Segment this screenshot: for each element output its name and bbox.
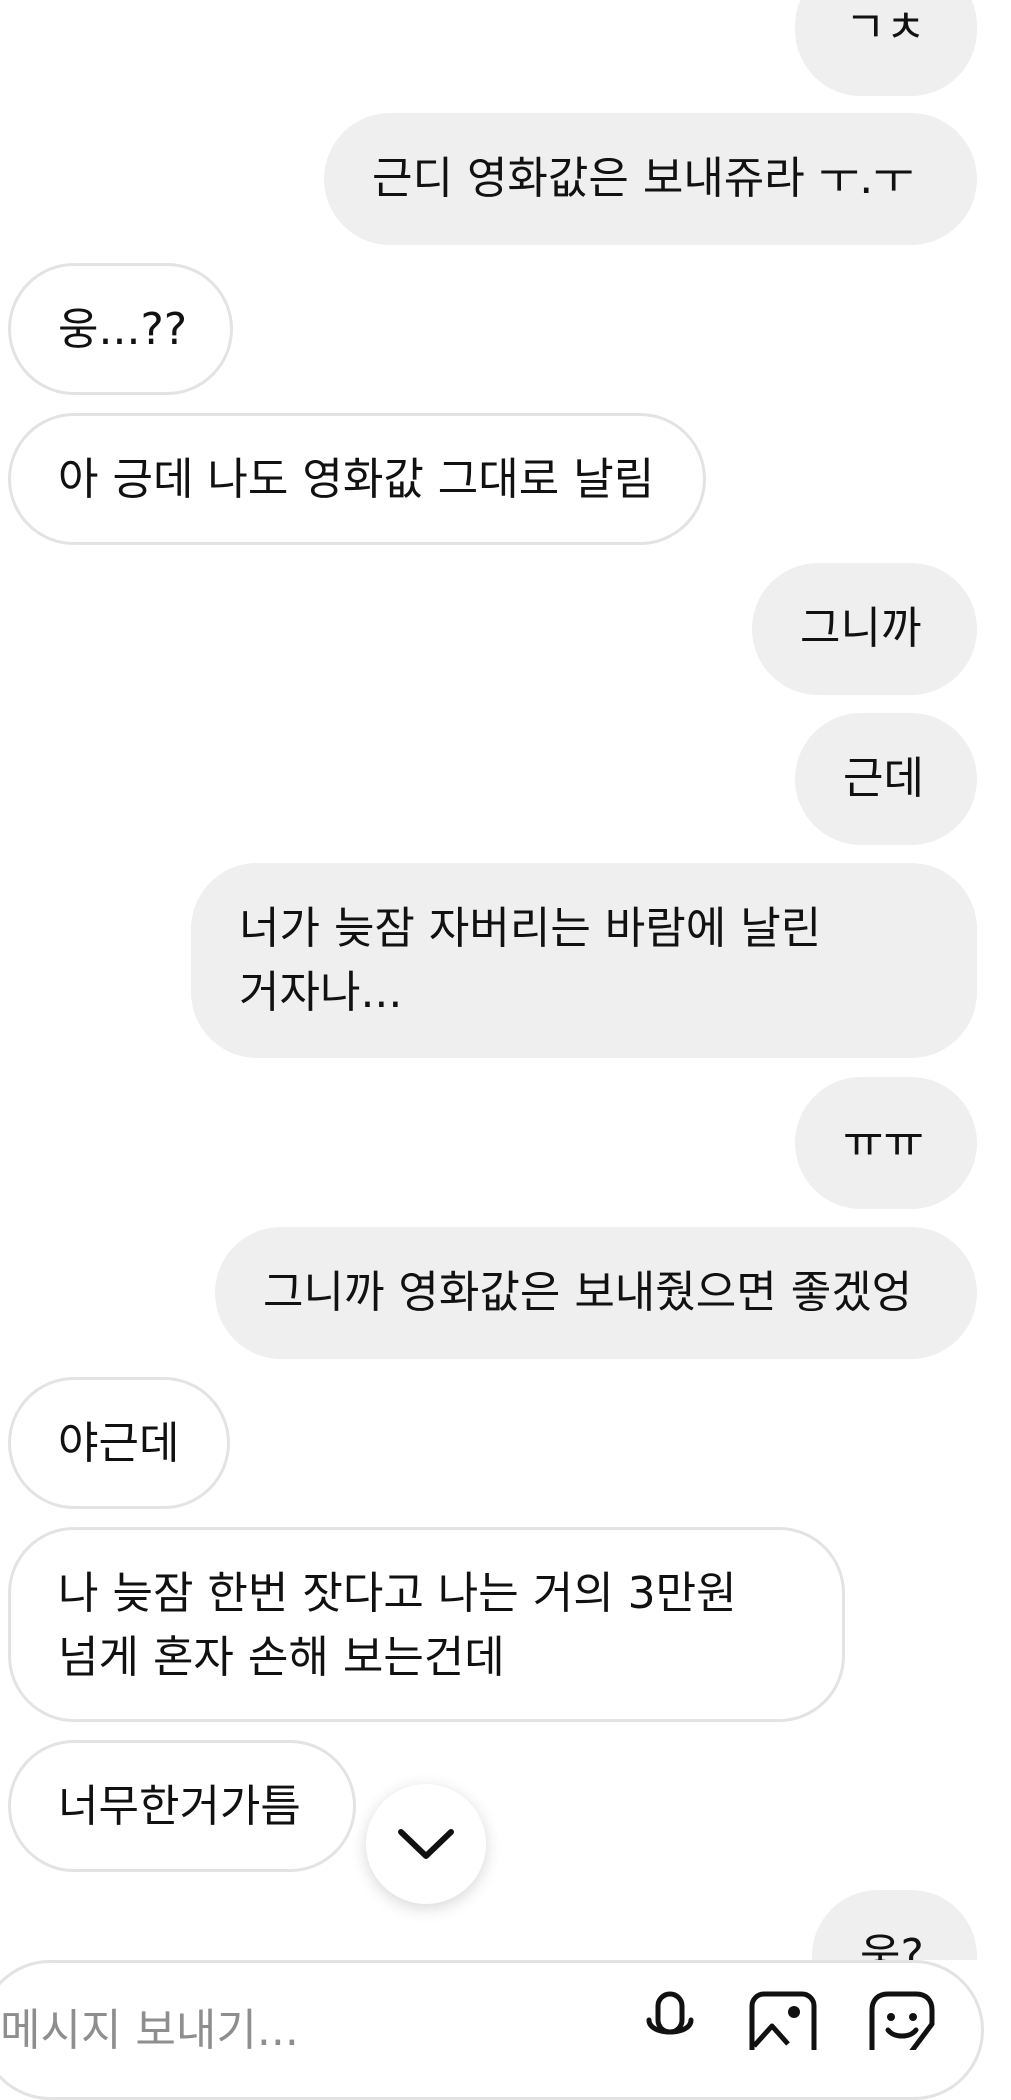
message-bubble-received[interactable]: 아 긍데 나도 영화값 그대로 날림 [8, 413, 706, 545]
message-bubble-received[interactable]: 나 늦잠 한번 잣다고 나는 거의 3만원 넘게 혼자 손해 보는건데 [8, 1527, 845, 1722]
message-bubble-sent[interactable]: 너가 늦잠 자버리는 바람에 날린 거자나... [191, 863, 977, 1058]
microphone-button[interactable] [640, 1990, 700, 2054]
message-bubble-received[interactable]: 웅...?? [8, 263, 233, 395]
message-bubble-sent[interactable]: 근데 [795, 713, 977, 845]
message-text: 너가 늦잠 자버리는 바람에 날린 거자나... [239, 903, 822, 1018]
sticker-button[interactable] [868, 1990, 938, 2067]
message-bubble-sent[interactable]: ㅠㅠ [795, 1077, 977, 1209]
message-text: ㄱㅊ [845, 2, 926, 53]
message-text: 나 늦잠 한번 잣다고 나는 거의 3만원 넘게 혼자 손해 보는건데 [58, 1568, 737, 1683]
message-thread[interactable]: ㄱㅊ 근디 영화값은 보내쥬라 ㅜ.ㅜ 웅...?? 아 긍데 나도 영화값 그… [0, 0, 1011, 1960]
image-icon [749, 1991, 817, 2067]
message-bubble-sent[interactable]: 그니까 영화값은 보내줬으면 좋겠엉 [215, 1227, 977, 1359]
message-bubble-sent[interactable]: ㄱㅊ [795, 0, 977, 96]
message-bubble-sent[interactable]: 그니까 [752, 563, 977, 695]
microphone-icon [646, 1991, 694, 2035]
sticker-icon [869, 1991, 935, 2067]
message-text: 아 긍데 나도 영화값 그대로 날림 [58, 454, 655, 505]
chevron-down-icon [398, 1829, 454, 1859]
message-bubble-sent[interactable]: 웅? [812, 1890, 977, 1960]
message-text: ㅠㅠ [843, 1117, 924, 1168]
message-text: 근데 [843, 753, 924, 804]
message-bubble-sent[interactable]: 근디 영화값은 보내쥬라 ㅜ.ㅜ [324, 113, 977, 245]
message-text: 근디 영화값은 보내쥬라 ㅜ.ㅜ [372, 153, 914, 204]
message-bubble-received[interactable]: 너무한거가틈 [8, 1740, 356, 1872]
message-text: 웅? [860, 1930, 924, 1960]
message-input[interactable]: 메시지 보내기... [0, 1994, 299, 2058]
message-text: 야근데 [58, 1418, 180, 1469]
gallery-button[interactable] [748, 1990, 818, 2067]
message-text: 웅...?? [58, 304, 188, 355]
message-text: 너무한거가틈 [58, 1781, 301, 1832]
message-text: 그니까 [800, 603, 922, 654]
message-text: 그니까 영화값은 보내줬으면 좋겠엉 [263, 1267, 913, 1318]
scroll-to-bottom-button[interactable] [366, 1784, 486, 1904]
message-bubble-received[interactable]: 야근데 [8, 1377, 230, 1509]
